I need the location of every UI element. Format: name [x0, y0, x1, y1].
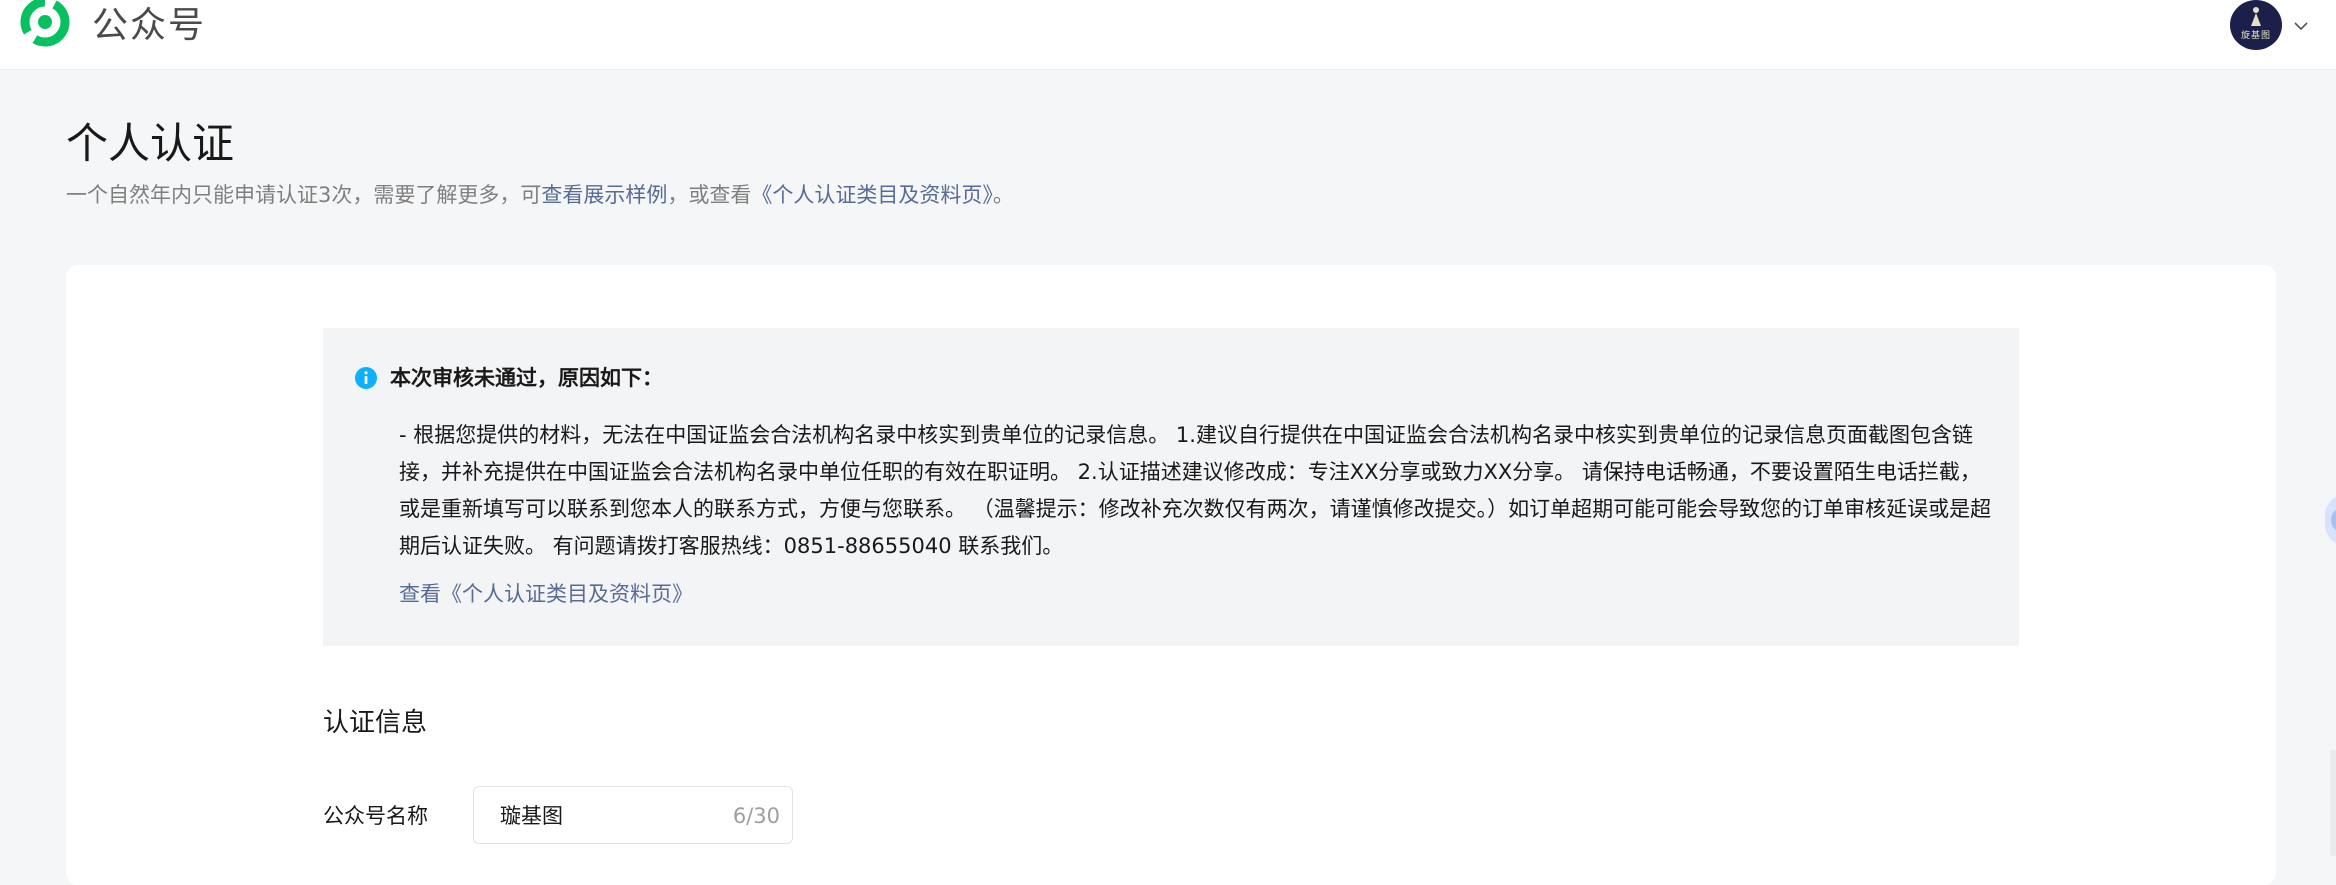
notice-title: 本次审核未通过，原因如下： [390, 366, 663, 390]
avatar[interactable]: 旋基图 [2230, 0, 2282, 50]
notice-body: - 根据您提供的材料，无法在中国证监会合法机构名录中核实到贵单位的记录信息。 1… [399, 423, 1992, 558]
page-subtitle: 一个自然年内只能申请认证3次，需要了解更多，可查看展示样例，或查看《个人认证类目… [66, 180, 1014, 210]
info-icon [355, 367, 377, 389]
wechat-official-account-logo-icon[interactable] [19, 0, 71, 52]
subtitle-text-end: 。 [992, 183, 1014, 207]
chevron-down-icon[interactable] [2293, 18, 2309, 34]
view-examples-link[interactable]: 查看展示样例 [541, 183, 667, 207]
category-materials-link[interactable]: 《个人认证类目及资料页》 [751, 183, 993, 207]
top-bar: 公众号 旋基图 [0, 0, 2336, 70]
side-panel-edge[interactable] [2330, 750, 2336, 856]
account-name-input[interactable]: 璇基图 6/30 [473, 786, 793, 844]
account-name-label: 公众号名称 [323, 804, 428, 828]
avatar-figure-icon [2251, 7, 2261, 26]
notice-category-link[interactable]: 查看《个人认证类目及资料页》 [399, 578, 693, 610]
page-title: 个人认证 [66, 119, 235, 168]
floating-help-icon [2331, 507, 2336, 533]
subtitle-text: 一个自然年内只能申请认证3次，需要了解更多，可 [66, 183, 542, 207]
account-name-char-count: 6/30 [732, 804, 780, 828]
avatar-text: 旋基图 [2240, 31, 2271, 41]
section-title-certification-info: 认证信息 [323, 708, 428, 738]
floating-help-button[interactable] [2325, 495, 2336, 545]
account-name-value[interactable]: 璇基图 [500, 801, 563, 831]
brand-name[interactable]: 公众号 [92, 2, 206, 50]
subtitle-text-mid: ，或查看 [667, 183, 752, 207]
